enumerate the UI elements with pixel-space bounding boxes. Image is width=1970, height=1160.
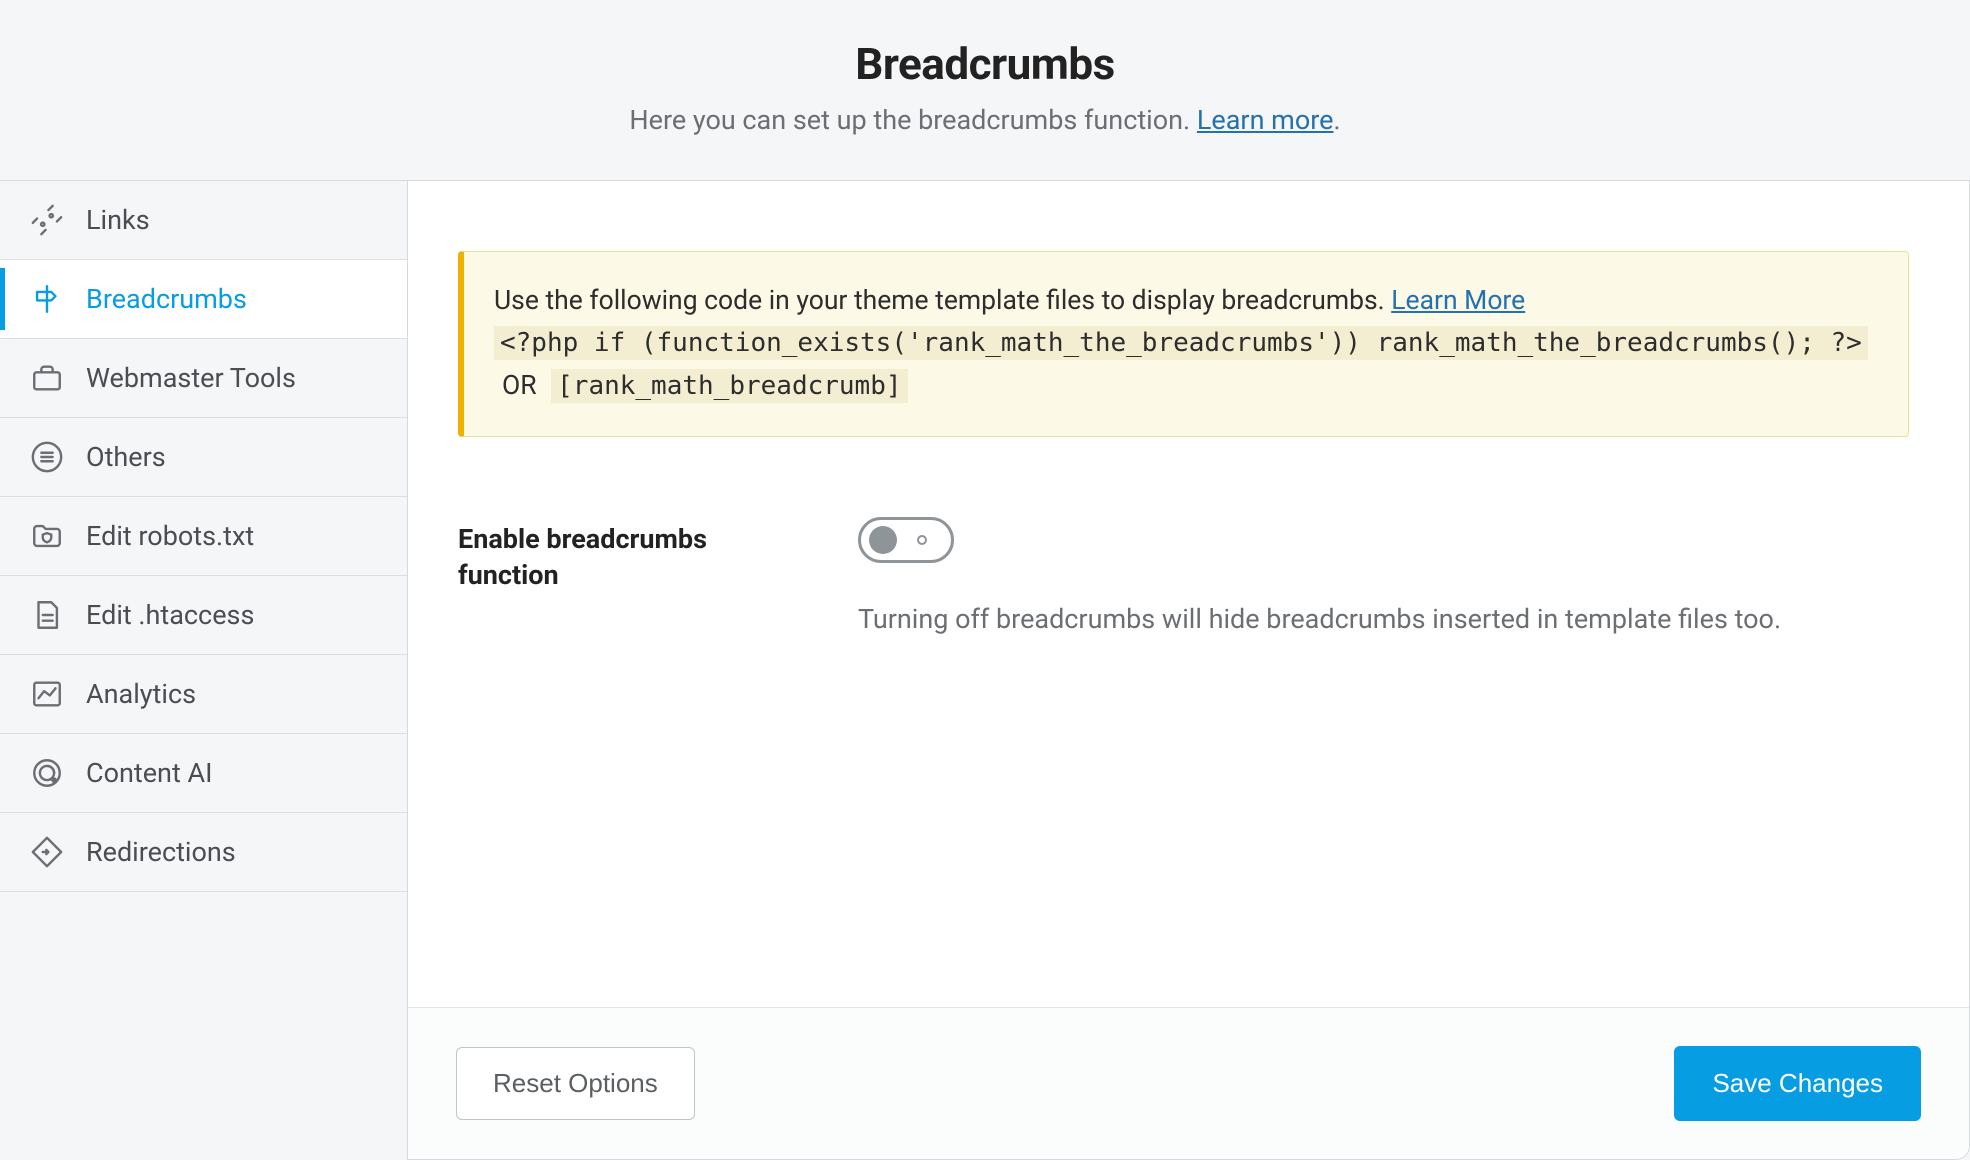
- links-icon: [30, 203, 64, 237]
- notice-or: OR: [502, 370, 537, 401]
- code-notice: Use the following code in your theme tem…: [458, 251, 1909, 437]
- sidebar-item-label: Content AI: [86, 757, 212, 789]
- shortcode: [rank_math_breadcrumb]: [551, 369, 907, 403]
- sidebar-item-label: Links: [86, 204, 150, 236]
- signpost-icon: [30, 282, 64, 316]
- sidebar-item-label: Others: [86, 441, 166, 473]
- sidebar: Links Breadcrumbs Webm: [0, 181, 408, 1160]
- field-enable-breadcrumbs: Enable breadcrumbs function Turning off …: [458, 517, 1909, 635]
- sidebar-item-redirections[interactable]: Redirections: [0, 813, 407, 892]
- php-code: <?php if (function_exists('rank_math_the…: [494, 326, 1868, 360]
- save-changes-button[interactable]: Save Changes: [1674, 1046, 1921, 1121]
- toggle-knob: [869, 526, 897, 554]
- learn-more-link[interactable]: Learn more: [1197, 104, 1334, 136]
- page-title: Breadcrumbs: [20, 38, 1950, 90]
- enable-breadcrumbs-toggle[interactable]: [858, 517, 954, 563]
- folder-shield-icon: [30, 519, 64, 553]
- sidebar-item-label: Redirections: [86, 836, 236, 868]
- sidebar-item-analytics[interactable]: Analytics: [0, 655, 407, 734]
- sidebar-item-label: Webmaster Tools: [86, 362, 296, 394]
- diamond-arrow-icon: [30, 835, 64, 869]
- content-panel: Use the following code in your theme tem…: [408, 181, 1970, 1160]
- sidebar-item-label: Edit robots.txt: [86, 520, 254, 552]
- subtitle-text: Here you can set up the breadcrumbs func…: [629, 104, 1197, 136]
- field-label: Enable breadcrumbs function: [458, 517, 758, 635]
- chart-icon: [30, 677, 64, 711]
- sidebar-item-webmaster-tools[interactable]: Webmaster Tools: [0, 339, 407, 418]
- footer-actions: Reset Options Save Changes: [408, 1007, 1969, 1159]
- sidebar-item-content-ai[interactable]: Content AI: [0, 734, 407, 813]
- sidebar-item-label: Breadcrumbs: [86, 283, 247, 315]
- list-circle-icon: [30, 440, 64, 474]
- sidebar-item-label: Analytics: [86, 678, 196, 710]
- sidebar-item-others[interactable]: Others: [0, 418, 407, 497]
- sidebar-item-label: Edit .htaccess: [86, 599, 254, 631]
- sidebar-item-edit-robots[interactable]: Edit robots.txt: [0, 497, 407, 576]
- target-icon: [30, 756, 64, 790]
- briefcase-icon: [30, 361, 64, 395]
- notice-learn-more-link[interactable]: Learn More: [1391, 285, 1525, 316]
- toggle-indicator: [917, 535, 927, 545]
- field-help: Turning off breadcrumbs will hide breadc…: [858, 603, 1909, 635]
- page-subtitle: Here you can set up the breadcrumbs func…: [20, 104, 1950, 136]
- sidebar-item-breadcrumbs[interactable]: Breadcrumbs: [0, 260, 407, 339]
- sidebar-item-edit-htaccess[interactable]: Edit .htaccess: [0, 576, 407, 655]
- subtitle-suffix: .: [1333, 104, 1340, 136]
- notice-text: Use the following code in your theme tem…: [494, 285, 1391, 316]
- page-header: Breadcrumbs Here you can set up the brea…: [0, 0, 1970, 181]
- reset-options-button[interactable]: Reset Options: [456, 1047, 695, 1120]
- file-lines-icon: [30, 598, 64, 632]
- sidebar-item-links[interactable]: Links: [0, 181, 407, 260]
